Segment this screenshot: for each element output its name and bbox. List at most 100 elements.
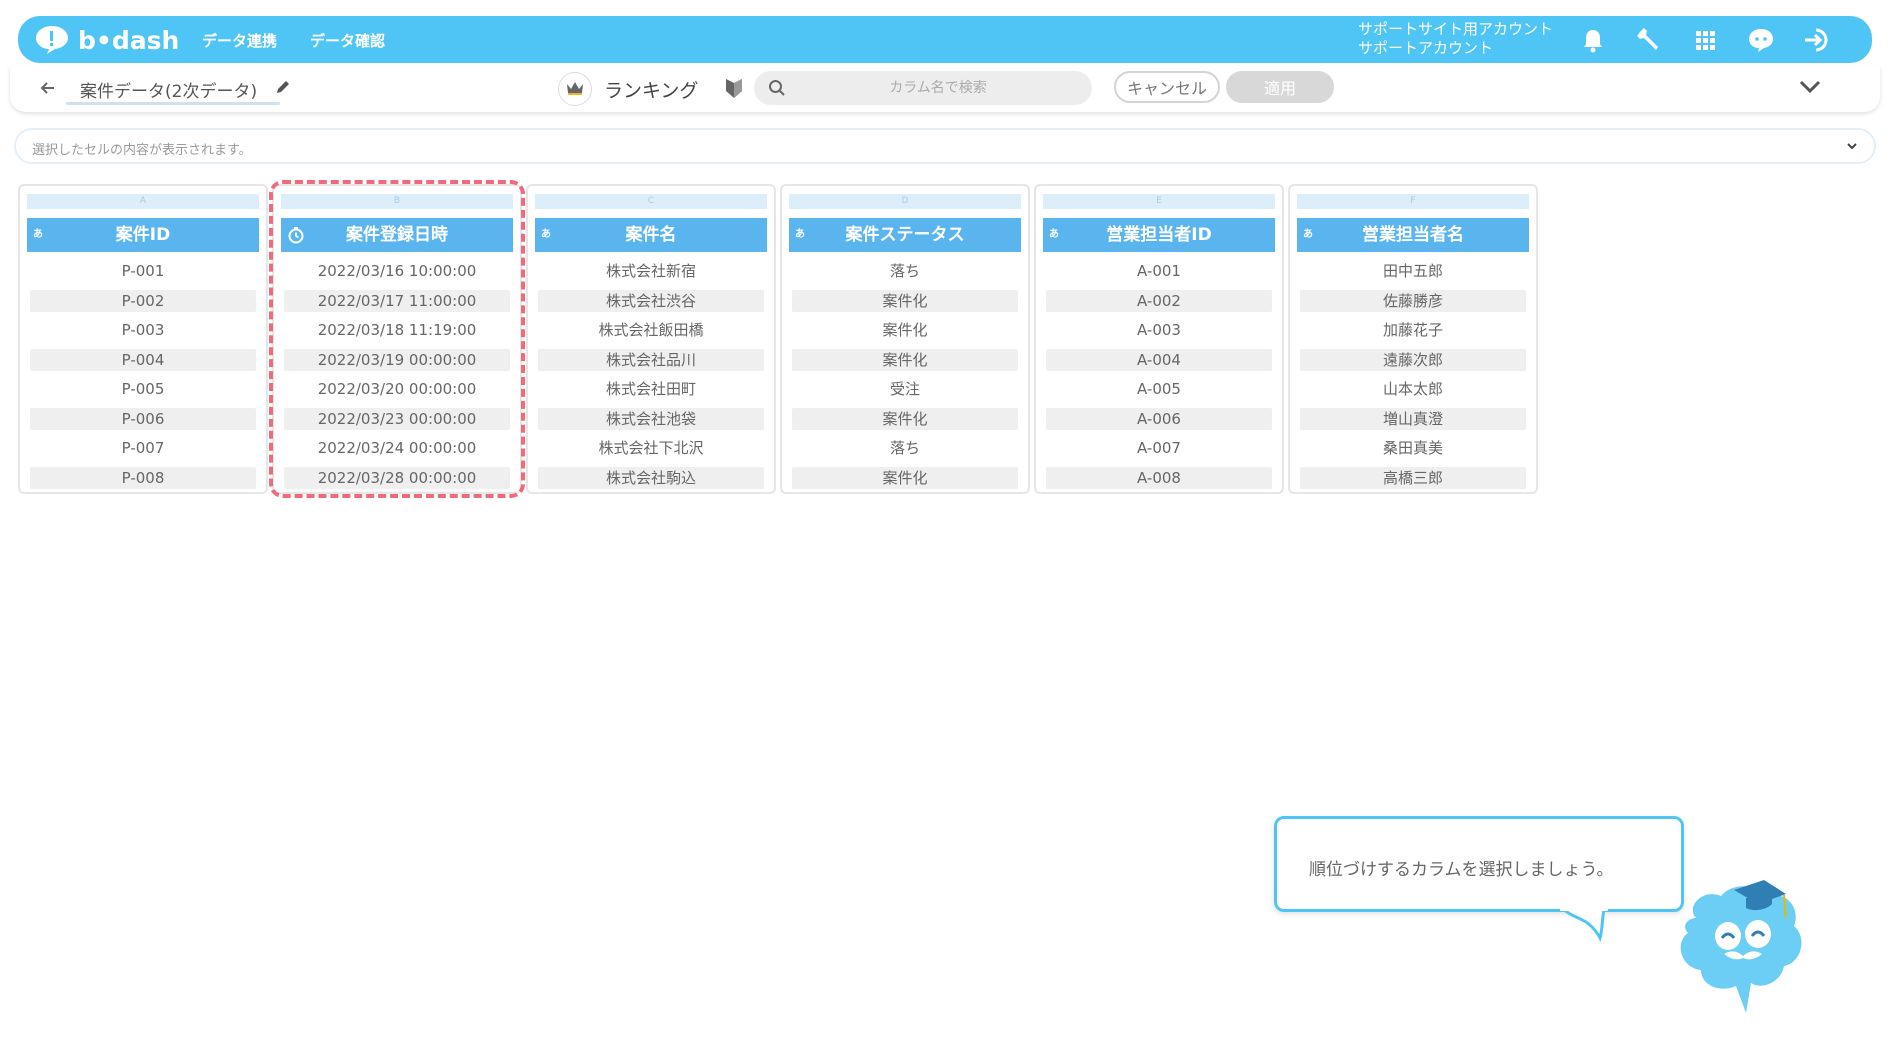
table-cell[interactable]: 株式会社品川	[538, 348, 764, 371]
table-cell[interactable]: A-006	[1046, 407, 1272, 430]
table-cell[interactable]: P-005	[30, 378, 256, 400]
guide-tooltip-text: 順位づけするカラムを選択しましょう。	[1309, 860, 1614, 880]
table-cell[interactable]: 2022/03/16 10:00:00	[284, 260, 510, 282]
table-cell[interactable]: P-003	[30, 319, 256, 341]
table-cell[interactable]: 株式会社田町	[538, 378, 764, 400]
cell-content-placeholder: 選択したセルの内容が表示されます。	[32, 143, 252, 158]
pencil-icon[interactable]	[274, 78, 292, 96]
table-cell[interactable]: 案件化	[792, 407, 1018, 430]
table-cell[interactable]: 株式会社池袋	[538, 407, 764, 430]
column-letter: A	[27, 194, 259, 209]
logo-bubble-icon	[36, 26, 68, 54]
column-card-f[interactable]: F あ 営業担当者名田中五郎佐藤勝彦加藤花子遠藤次郎山本太郎増山真澄桑田真美高橋三郎	[1288, 184, 1538, 494]
table-cell[interactable]: 2022/03/19 00:00:00	[284, 348, 510, 371]
nav-data-check[interactable]: データ確認	[310, 30, 385, 51]
table-cell[interactable]: 落ち	[792, 437, 1018, 459]
bdash-logo[interactable]: b•dash	[34, 22, 194, 58]
table-cell[interactable]: 増山真澄	[1300, 407, 1526, 430]
column-letter: F	[1297, 194, 1529, 209]
expand-chevron-icon[interactable]	[1844, 138, 1860, 154]
table-cell[interactable]: A-004	[1046, 348, 1272, 371]
table-cell[interactable]: 桑田真美	[1300, 437, 1526, 459]
string-type-icon: あ	[541, 229, 551, 240]
wrench-icon[interactable]	[1634, 25, 1664, 55]
cell-content-bar[interactable]: 選択したセルの内容が表示されます。	[14, 128, 1876, 164]
table-cell[interactable]: A-003	[1046, 319, 1272, 341]
table-cell[interactable]: 佐藤勝彦	[1300, 289, 1526, 312]
column-card-e[interactable]: E あ 営業担当者ID A-001 A-002 A-003 A-004 A-005 A-006 A…	[1034, 184, 1284, 494]
table-cell[interactable]: 案件化	[792, 289, 1018, 312]
table-cell[interactable]: 落ち	[792, 260, 1018, 282]
mode-label: ランキング	[604, 80, 699, 102]
table-cell[interactable]: 受注	[792, 378, 1018, 400]
column-card-b[interactable]: B 案件登録日時 2022/03/16 10:00:00 2022/03/17 11:…	[272, 184, 522, 494]
logo-text: b•dash	[78, 26, 180, 55]
column-header[interactable]: あ 案件ステータス	[789, 218, 1021, 252]
bell-icon[interactable]	[1578, 25, 1608, 55]
table-cell[interactable]: 株式会社飯田橋	[538, 319, 764, 341]
column-header-label: 案件名	[625, 225, 677, 245]
top-header: b•dash データ連携 データ確認 サポートサイト用アカウント サポートアカウ…	[18, 16, 1872, 63]
column-header[interactable]: あ 案件ID	[27, 218, 259, 252]
apply-button[interactable]: 適用	[1226, 71, 1334, 103]
grid-icon[interactable]	[1690, 25, 1720, 55]
column-search-input[interactable]	[754, 71, 1092, 105]
column-card-a[interactable]: A あ 案件ID P-001 P-002 P-003 P-004 P-005 P-006 P-00…	[18, 184, 268, 494]
table-cell[interactable]: 2022/03/28 00:00:00	[284, 466, 510, 489]
search-icon	[769, 80, 785, 96]
table-cell[interactable]: P-008	[30, 466, 256, 489]
crown-icon	[567, 82, 583, 95]
table-cell[interactable]: 加藤花子	[1300, 319, 1526, 341]
table-cell[interactable]: 株式会社新宿	[538, 260, 764, 282]
account-line1: サポートサイト用アカウント	[1358, 20, 1554, 38]
table-cell[interactable]: P-001	[30, 260, 256, 282]
table-cell[interactable]: 株式会社渋谷	[538, 289, 764, 312]
nav-data-integration[interactable]: データ連携	[202, 30, 277, 51]
table-cell[interactable]: 株式会社下北沢	[538, 437, 764, 459]
table-cell[interactable]: 2022/03/23 00:00:00	[284, 407, 510, 430]
dataset-name[interactable]: 案件データ(2次データ)	[80, 77, 257, 102]
table-cell[interactable]: A-008	[1046, 466, 1272, 489]
string-type-icon: あ	[1049, 229, 1059, 240]
cancel-button[interactable]: キャンセル	[1114, 71, 1220, 103]
table-cell[interactable]: 高橋三郎	[1300, 466, 1526, 489]
table-cell[interactable]: 田中五郎	[1300, 260, 1526, 282]
table-cell[interactable]: 案件化	[792, 348, 1018, 371]
table-cell[interactable]: P-006	[30, 407, 256, 430]
table-cell[interactable]: A-007	[1046, 437, 1272, 459]
table-cell[interactable]: 案件化	[792, 466, 1018, 489]
column-header[interactable]: あ 営業担当者ID	[1043, 218, 1275, 252]
column-card-c[interactable]: C あ 案件名 株式会社新宿 株式会社渋谷 株式会社飯田橋 株式会社品川 株式会社田町 株式会社…	[526, 184, 776, 494]
table-cell[interactable]: P-004	[30, 348, 256, 371]
table-cell[interactable]: 2022/03/18 11:19:00	[284, 319, 510, 341]
table-cell[interactable]: P-007	[30, 437, 256, 459]
string-type-icon: あ	[795, 229, 805, 240]
table-cell[interactable]: 2022/03/20 00:00:00	[284, 378, 510, 400]
table-cell[interactable]: 山本太郎	[1300, 378, 1526, 400]
table-cell[interactable]: 2022/03/24 00:00:00	[284, 437, 510, 459]
table-cell[interactable]: 遠藤次郎	[1300, 348, 1526, 371]
column-header[interactable]: 案件登録日時	[281, 218, 513, 252]
logout-icon[interactable]	[1802, 25, 1832, 55]
table-cell[interactable]: 案件化	[792, 319, 1018, 341]
chat-icon[interactable]	[1746, 25, 1776, 55]
table-cell[interactable]: 株式会社駒込	[538, 466, 764, 489]
account-info[interactable]: サポートサイト用アカウント サポートアカウント	[1358, 20, 1553, 58]
column-header[interactable]: あ 営業担当者名	[1297, 218, 1529, 252]
column-header-label: 営業担当者名	[1362, 225, 1464, 245]
table-cell[interactable]: A-002	[1046, 289, 1272, 312]
column-card-d[interactable]: D あ案件ステータス 落ち 案件化 案件化 案件化 受注 案件化 落ち 案件化	[780, 184, 1030, 494]
table-cell[interactable]: P-002	[30, 289, 256, 312]
back-arrow-icon[interactable]	[38, 78, 58, 98]
string-type-icon: あ	[1303, 229, 1313, 240]
column-header[interactable]: あ 案件名	[535, 218, 767, 252]
table-cell[interactable]: 2022/03/17 11:00:00	[284, 289, 510, 312]
table-cell[interactable]: A-001	[1046, 260, 1272, 282]
account-line2: サポートアカウント	[1358, 39, 1494, 57]
crown-badge	[558, 72, 592, 106]
table-cell[interactable]: A-005	[1046, 378, 1272, 400]
beginner-mark-icon[interactable]	[724, 76, 744, 100]
mascot-brain-character	[1680, 880, 1802, 1013]
column-header-label: 案件ID	[115, 225, 171, 245]
chevron-down-icon[interactable]	[1798, 78, 1822, 96]
